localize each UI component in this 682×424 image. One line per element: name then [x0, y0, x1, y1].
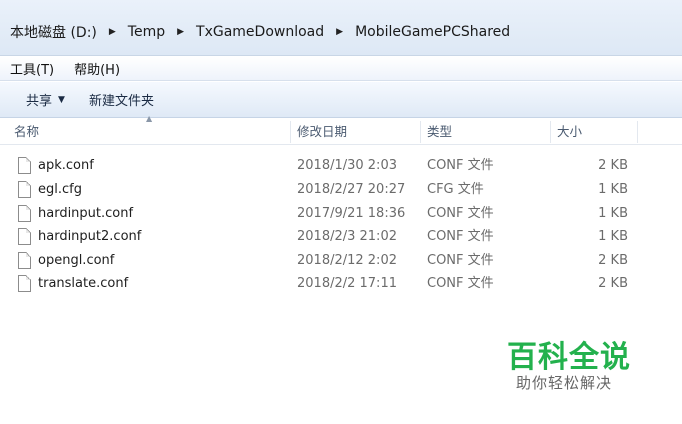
file-name: opengl.conf — [38, 253, 115, 268]
column-header-size[interactable]: 大小 — [557, 119, 582, 145]
column-header-name[interactable]: 名称 — [14, 119, 39, 145]
file-type: CFG 文件 — [427, 182, 484, 197]
file-row[interactable]: egl.cfg 2018/2/27 20:27 CFG 文件 1 KB — [0, 179, 682, 201]
column-divider[interactable] — [637, 121, 638, 143]
watermark-title: 百科全说 — [507, 340, 631, 375]
file-type: CONF 文件 — [427, 253, 494, 268]
menu-bar: 工具(T) 帮助(H) — [0, 57, 682, 81]
file-size: 1 KB — [598, 206, 628, 221]
file-icon — [18, 252, 31, 269]
file-size: 2 KB — [598, 276, 628, 291]
breadcrumb-arrow-icon[interactable]: ▶ — [177, 27, 184, 37]
column-header-row: ▲ 名称 修改日期 类型 大小 — [0, 114, 682, 145]
file-size: 2 KB — [598, 158, 628, 173]
file-type: CONF 文件 — [427, 158, 494, 173]
file-name: hardinput.conf — [38, 206, 134, 221]
file-name: translate.conf — [38, 276, 129, 291]
breadcrumb-item-mobilegamepcshared[interactable]: MobileGamePCShared — [353, 24, 512, 40]
file-row[interactable]: apk.conf 2018/1/30 2:03 CONF 文件 2 KB — [0, 155, 682, 177]
file-icon — [18, 181, 31, 198]
file-icon — [18, 228, 31, 245]
file-modified: 2018/2/2 17:11 — [297, 276, 397, 291]
file-type: CONF 文件 — [427, 229, 494, 244]
breadcrumb-item-drive[interactable]: 本地磁盘 (D:) — [8, 22, 99, 42]
file-size: 1 KB — [598, 182, 628, 197]
file-name: hardinput2.conf — [38, 229, 142, 244]
file-row[interactable]: translate.conf 2018/2/2 17:11 CONF 文件 2 … — [0, 273, 682, 295]
watermark-subtitle: 助你轻松解决 — [516, 374, 613, 392]
file-row[interactable]: hardinput2.conf 2018/2/3 21:02 CONF 文件 1… — [0, 226, 682, 248]
file-modified: 2018/2/12 2:02 — [297, 253, 397, 268]
sort-ascending-icon: ▲ — [146, 114, 153, 123]
breadcrumb-arrow-icon[interactable]: ▶ — [109, 27, 116, 37]
file-modified: 2018/1/30 2:03 — [297, 158, 397, 173]
column-divider[interactable] — [550, 121, 551, 143]
breadcrumb: 本地磁盘 (D:) ▶ Temp ▶ TxGameDownload ▶ Mobi… — [8, 22, 512, 42]
column-divider[interactable] — [290, 121, 291, 143]
file-name: egl.cfg — [38, 182, 82, 197]
breadcrumb-arrow-icon[interactable]: ▶ — [336, 27, 343, 37]
file-icon — [18, 275, 31, 292]
file-row[interactable]: hardinput.conf 2017/9/21 18:36 CONF 文件 1… — [0, 203, 682, 225]
file-size: 2 KB — [598, 253, 628, 268]
file-type: CONF 文件 — [427, 206, 494, 221]
breadcrumb-item-temp[interactable]: Temp — [126, 24, 167, 40]
column-header-type[interactable]: 类型 — [427, 119, 452, 145]
file-name: apk.conf — [38, 158, 94, 173]
share-button[interactable]: 共享 ▼ — [0, 90, 77, 109]
breadcrumb-item-txgamedownload[interactable]: TxGameDownload — [194, 24, 326, 40]
command-toolbar: 共享 ▼ 新建文件夹 — [0, 82, 682, 118]
column-header-modified[interactable]: 修改日期 — [297, 119, 347, 145]
file-size: 1 KB — [598, 229, 628, 244]
file-row[interactable]: opengl.conf 2018/2/12 2:02 CONF 文件 2 KB — [0, 250, 682, 272]
file-icon — [18, 157, 31, 174]
file-modified: 2017/9/21 18:36 — [297, 206, 406, 221]
file-modified: 2018/2/3 21:02 — [297, 229, 397, 244]
menu-help[interactable]: 帮助(H) — [64, 59, 130, 78]
watermark: 百科全说 助你轻松解决 — [487, 318, 657, 398]
file-icon — [18, 205, 31, 222]
column-divider[interactable] — [420, 121, 421, 143]
share-button-label: 共享 — [26, 94, 53, 109]
file-modified: 2018/2/27 20:27 — [297, 182, 406, 197]
file-type: CONF 文件 — [427, 276, 494, 291]
chevron-down-icon: ▼ — [58, 94, 65, 105]
address-bar[interactable]: 本地磁盘 (D:) ▶ Temp ▶ TxGameDownload ▶ Mobi… — [0, 0, 682, 56]
menu-tools[interactable]: 工具(T) — [0, 59, 64, 78]
new-folder-button[interactable]: 新建文件夹 — [77, 90, 166, 109]
